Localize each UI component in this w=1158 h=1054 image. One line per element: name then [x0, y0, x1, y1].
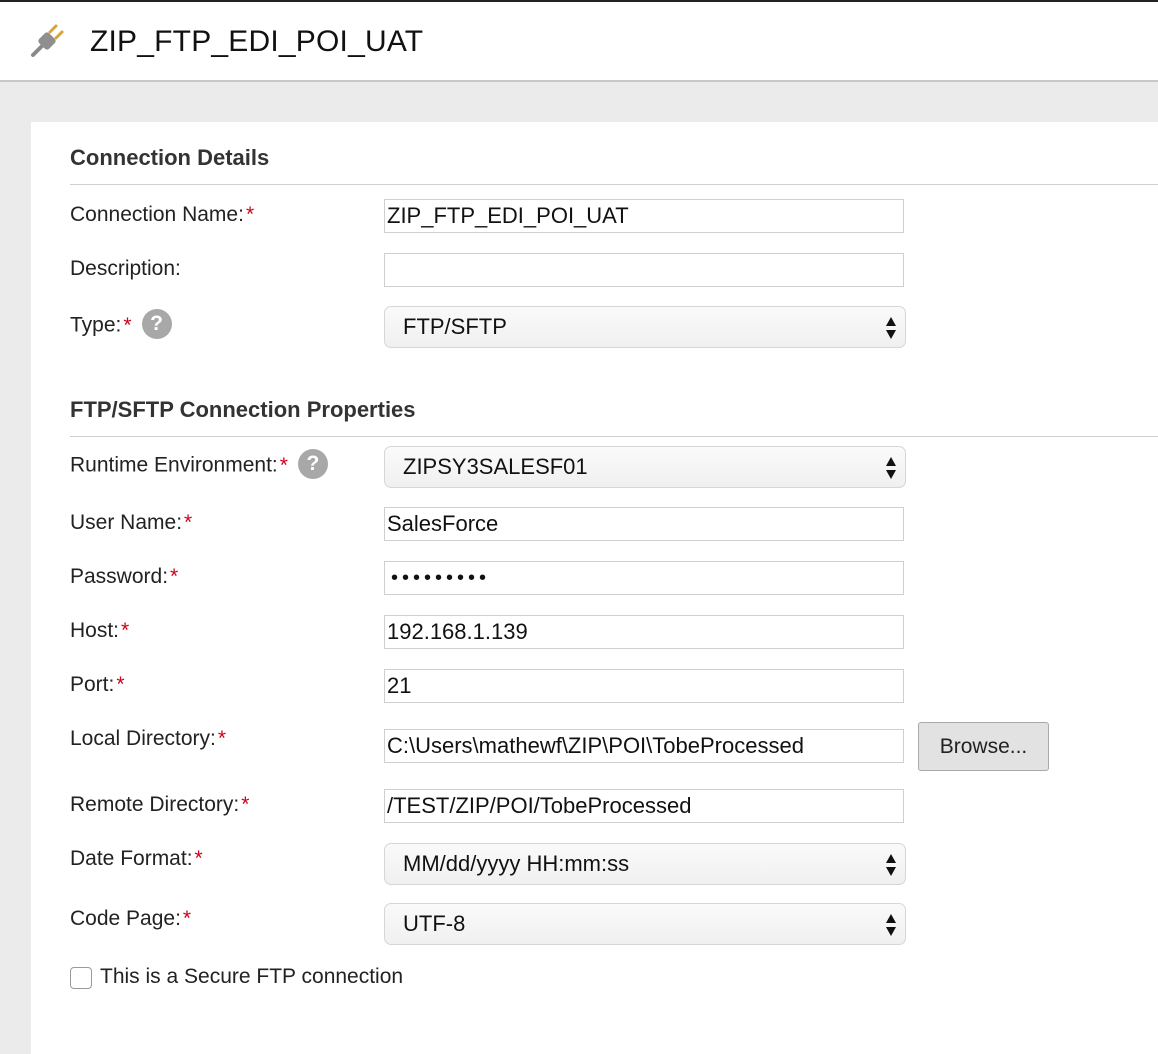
password-input[interactable]: ••••••••• — [384, 561, 904, 595]
section-title-ftp-properties: FTP/SFTP Connection Properties — [70, 397, 416, 422]
date-format-select[interactable]: MM/dd/yyyy HH:mm:ss — [384, 843, 906, 885]
host-label: Host:* — [70, 619, 130, 642]
required-marker: * — [121, 619, 130, 642]
local-directory-label: Local Directory:* — [70, 727, 227, 750]
local-directory-input[interactable]: C:\Users\mathewf\ZIP\POI\TobeProcessed — [384, 729, 904, 763]
select-arrows-icon — [886, 317, 896, 339]
secure-ftp-label: This is a Secure FTP connection — [100, 965, 404, 988]
connection-name-label: Connection Name:* — [70, 203, 255, 226]
password-label: Password:* — [70, 565, 179, 588]
required-marker: * — [123, 313, 132, 337]
port-input[interactable]: 21 — [384, 669, 904, 703]
section-divider — [70, 436, 1158, 437]
required-marker: * — [217, 727, 227, 750]
help-icon[interactable]: ? — [141, 309, 172, 339]
page-header: ZIP_FTP_EDI_POI_UAT — [0, 2, 1158, 82]
runtime-environment-label: Runtime Environment:*? — [70, 449, 328, 481]
page-title: ZIP_FTP_EDI_POI_UAT — [90, 25, 424, 58]
user-name-input[interactable]: SalesForce — [384, 507, 904, 541]
remote-directory-input[interactable]: /TEST/ZIP/POI/TobeProcessed — [384, 789, 904, 823]
select-arrows-icon — [886, 854, 896, 876]
required-marker: * — [241, 793, 250, 816]
code-page-label: Code Page:* — [70, 907, 192, 930]
required-marker: * — [279, 453, 288, 477]
type-select-value: FTP/SFTP — [403, 314, 507, 339]
remote-directory-label: Remote Directory:* — [70, 793, 250, 816]
port-label: Port:* — [70, 673, 125, 696]
select-arrows-icon — [886, 457, 896, 479]
description-label: Description: — [70, 257, 181, 280]
host-input[interactable]: 192.168.1.139 — [384, 615, 904, 649]
section-title-connection-details: Connection Details — [70, 145, 270, 170]
date-format-label: Date Format:* — [70, 847, 203, 870]
select-arrows-icon — [886, 914, 896, 936]
required-marker: * — [182, 907, 192, 930]
type-label: Type:*? — [70, 309, 172, 341]
browse-button[interactable]: Browse... — [918, 722, 1049, 771]
code-page-select[interactable]: UTF-8 — [384, 903, 906, 945]
connection-name-input[interactable]: ZIP_FTP_EDI_POI_UAT — [384, 199, 904, 233]
runtime-environment-value: ZIPSY3SALESF01 — [403, 454, 588, 479]
user-name-label: User Name:* — [70, 511, 193, 534]
date-format-value: MM/dd/yyyy HH:mm:ss — [403, 851, 630, 876]
type-select[interactable]: FTP/SFTP — [384, 306, 906, 348]
required-marker: * — [116, 673, 125, 696]
required-marker: * — [245, 203, 255, 226]
secure-ftp-checkbox[interactable] — [70, 967, 92, 989]
help-icon[interactable]: ? — [297, 449, 328, 479]
required-marker: * — [170, 565, 179, 588]
description-input[interactable] — [384, 253, 904, 287]
required-marker: * — [194, 847, 203, 870]
plug-icon — [28, 24, 68, 60]
runtime-environment-select[interactable]: ZIPSY3SALESF01 — [384, 446, 906, 488]
code-page-value: UTF-8 — [403, 911, 466, 936]
section-divider — [70, 184, 1158, 185]
required-marker: * — [184, 511, 193, 534]
